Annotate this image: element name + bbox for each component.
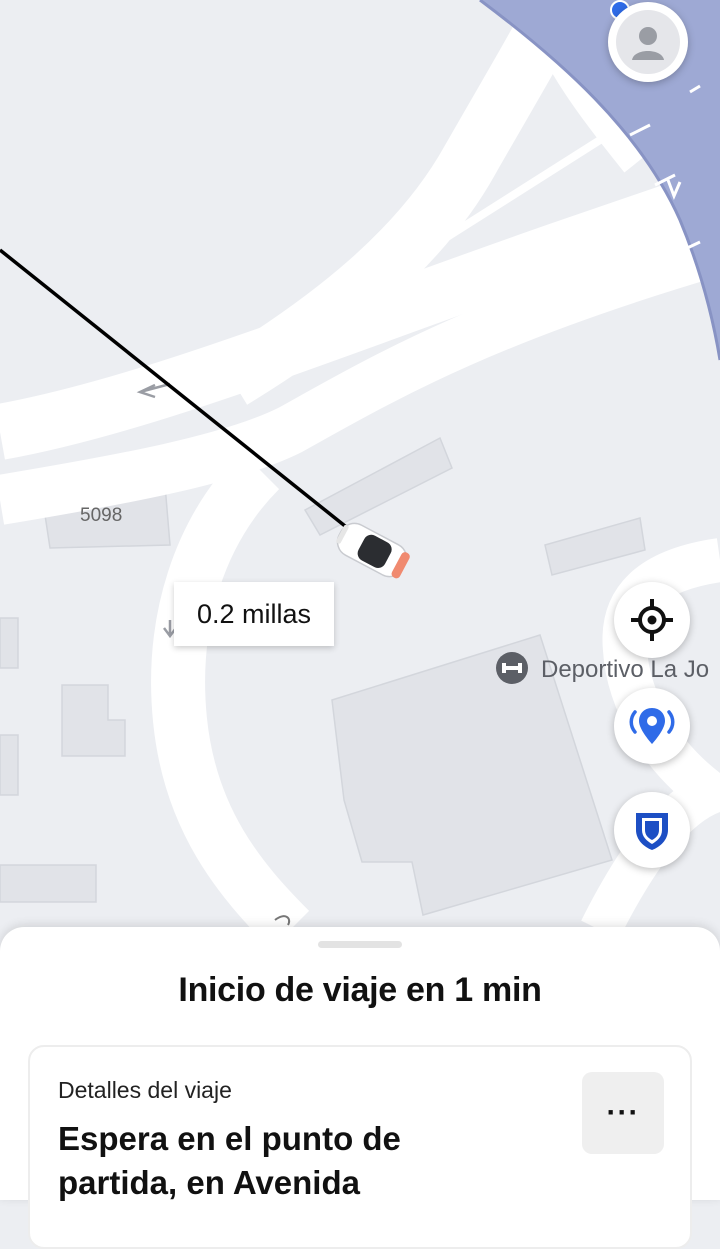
lot-number-label: 5098 [80,505,123,526]
building [0,864,97,903]
recenter-button[interactable] [614,582,690,658]
gym-dumbbell-icon [496,652,528,684]
sheet-title: Inicio de viaje en 1 min [178,971,542,1009]
drag-handle[interactable] [318,941,402,948]
trip-bottom-sheet[interactable]: Inicio de viaje en 1 min Detalles del vi… [0,927,720,1249]
crosshair-icon [631,599,673,641]
shield-icon [636,813,668,850]
profile-button[interactable] [608,2,688,82]
building [0,734,19,796]
distance-label: 0.2 millas [174,582,334,646]
safety-toolkit-button[interactable] [614,792,690,868]
building [0,617,19,669]
more-options-button[interactable]: ··· [582,1072,664,1154]
location-broadcast-icon [629,708,675,744]
card-label: Detalles del viaje [58,1077,232,1103]
trip-details-card[interactable]: Detalles del viaje Espera en el punto de… [28,1045,692,1249]
share-location-button[interactable] [614,688,690,764]
user-avatar-icon [632,27,664,60]
pickup-instructions: Espera en el punto de partida, en Avenid… [58,1120,401,1201]
poi-label[interactable]: Deportivo La Jo [541,656,709,684]
